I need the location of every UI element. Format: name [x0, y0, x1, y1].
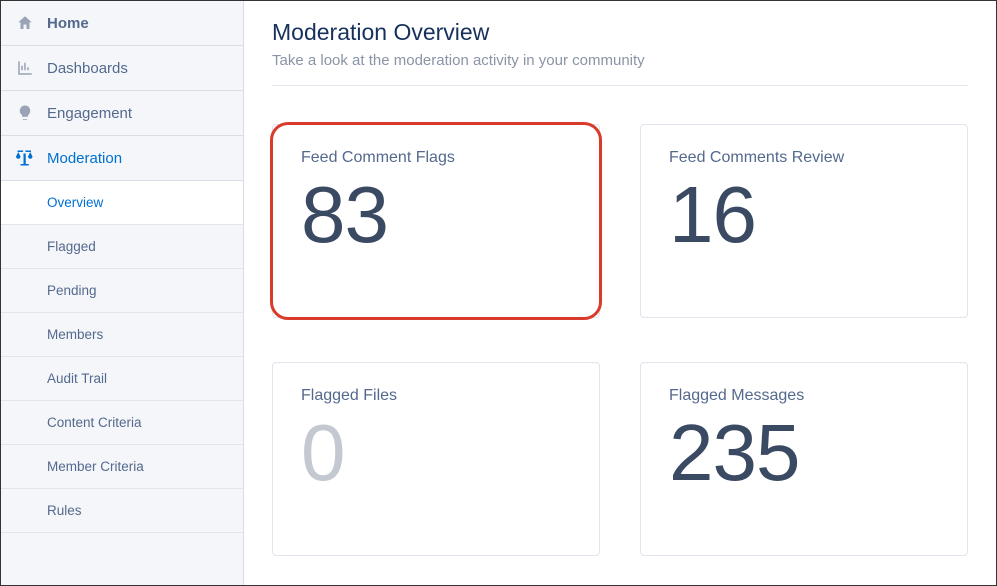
subnav-label: Member Criteria — [47, 459, 144, 474]
nav-item-label: Dashboards — [47, 60, 128, 77]
subnav-rules[interactable]: Rules — [1, 489, 243, 533]
subnav-overview[interactable]: Overview — [1, 181, 243, 225]
card-feed-comments-review[interactable]: Feed Comments Review 16 — [640, 124, 968, 318]
lightbulb-icon — [15, 103, 35, 123]
nav-item-label: Home — [47, 15, 89, 32]
card-value: 16 — [669, 171, 939, 259]
cards-grid: Feed Comment Flags 83 Feed Comments Revi… — [272, 124, 968, 556]
nav-item-home[interactable]: Home — [1, 1, 243, 46]
divider — [272, 85, 968, 86]
card-flagged-files[interactable]: Flagged Files 0 — [272, 362, 600, 556]
card-title: Flagged Files — [301, 387, 571, 405]
subnav-flagged[interactable]: Flagged — [1, 225, 243, 269]
card-title: Feed Comment Flags — [301, 149, 571, 167]
sidebar: Home Dashboards Engagement Moderation Ov… — [1, 1, 244, 585]
subnav-label: Members — [47, 327, 103, 342]
card-value: 0 — [301, 409, 571, 497]
moderation-subnav: Overview Flagged Pending Members Audit T… — [1, 181, 243, 533]
subnav-content-criteria[interactable]: Content Criteria — [1, 401, 243, 445]
home-icon — [15, 13, 35, 33]
card-value: 235 — [669, 409, 939, 497]
card-title: Feed Comments Review — [669, 149, 939, 167]
nav-item-dashboards[interactable]: Dashboards — [1, 46, 243, 91]
card-feed-comment-flags[interactable]: Feed Comment Flags 83 — [272, 124, 600, 318]
nav-item-moderation[interactable]: Moderation — [1, 136, 243, 181]
main-content: Moderation Overview Take a look at the m… — [244, 1, 996, 585]
subnav-label: Rules — [47, 503, 82, 518]
subnav-label: Overview — [47, 195, 103, 210]
nav-item-label: Moderation — [47, 150, 122, 167]
page-title: Moderation Overview — [272, 19, 968, 46]
scales-icon — [15, 148, 35, 168]
card-value: 83 — [301, 171, 571, 259]
subnav-label: Pending — [47, 283, 97, 298]
subnav-pending[interactable]: Pending — [1, 269, 243, 313]
card-flagged-messages[interactable]: Flagged Messages 235 — [640, 362, 968, 556]
subnav-label: Audit Trail — [47, 371, 107, 386]
card-title: Flagged Messages — [669, 387, 939, 405]
nav-item-engagement[interactable]: Engagement — [1, 91, 243, 136]
nav-item-label: Engagement — [47, 105, 132, 122]
subnav-label: Flagged — [47, 239, 96, 254]
chart-icon — [15, 58, 35, 78]
subnav-members[interactable]: Members — [1, 313, 243, 357]
subnav-member-criteria[interactable]: Member Criteria — [1, 445, 243, 489]
subnav-label: Content Criteria — [47, 415, 142, 430]
subnav-audit-trail[interactable]: Audit Trail — [1, 357, 243, 401]
page-subtitle: Take a look at the moderation activity i… — [272, 52, 968, 69]
